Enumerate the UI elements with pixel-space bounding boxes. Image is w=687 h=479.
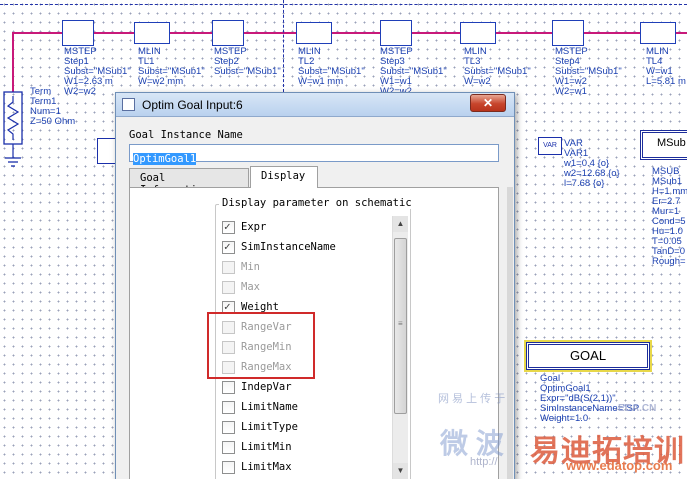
- scroll-up-icon[interactable]: ▲: [393, 216, 408, 232]
- partial-component-icon: [97, 138, 117, 164]
- param-row-max[interactable]: Max: [222, 278, 392, 298]
- mlin-symbol[interactable]: [460, 22, 496, 44]
- checkbox[interactable]: [222, 461, 235, 474]
- param-row-limitname[interactable]: LimitName: [222, 398, 392, 418]
- param-row-siminstancename[interactable]: ✓ SimInstanceName: [222, 238, 392, 258]
- component-label: MLIN TL1 Subst="MSub1" W=w2 mm: [138, 46, 205, 87]
- tab-goal-information[interactable]: Goal Information: [129, 168, 249, 196]
- mstep-symbol[interactable]: [552, 20, 584, 46]
- schematic-wire: [12, 32, 14, 92]
- mstep-symbol[interactable]: [380, 20, 412, 46]
- component-label: MLIN TL3 Subst="MSub1" W=w2: [464, 46, 531, 87]
- checkbox[interactable]: ✓: [222, 240, 235, 254]
- msub-box[interactable]: MSub: [640, 130, 687, 160]
- component-label: MLIN TL4 W=w1 L=5.81 m: [646, 46, 686, 87]
- grip-icon: ≡: [398, 319, 403, 328]
- param-row-limitmin[interactable]: LimitMin: [222, 438, 392, 458]
- guide-line: [283, 0, 284, 92]
- param-row-expr[interactable]: ✓ Expr: [222, 218, 392, 238]
- mlin-symbol[interactable]: [134, 22, 170, 44]
- param-row-limittype[interactable]: LimitType: [222, 418, 392, 438]
- group-title: Display parameter on schematic: [219, 197, 415, 209]
- checkbox[interactable]: [222, 261, 235, 274]
- watermark-site: EDA.CN: [618, 403, 657, 414]
- close-button[interactable]: ✕: [470, 94, 506, 112]
- term-label: Term Term1 Num=1 Z=50 Ohm: [30, 86, 76, 127]
- mlin-symbol[interactable]: [296, 22, 332, 44]
- watermark-url: http://: [470, 456, 498, 468]
- goal-box[interactable]: GOAL: [526, 342, 650, 370]
- scroll-down-icon[interactable]: ▼: [393, 463, 408, 479]
- watermark-url2: www.edatop.com: [566, 458, 673, 473]
- term-symbol[interactable]: [0, 88, 28, 180]
- var-label: VAR VAR1 w1=0.4 {o} w2=12.68 {o} l=7.68 {o}: [564, 138, 620, 189]
- component-label: MSTEP Step4 Subst="MSub1" W1=w2 W2=w1: [555, 46, 622, 97]
- range-params-highlight: [207, 312, 315, 379]
- tab-display[interactable]: Display: [250, 166, 318, 188]
- component-label: MLIN TL2 Subst="MSub1" W=w1 mm: [298, 46, 365, 87]
- mstep-symbol[interactable]: [62, 20, 94, 46]
- checkbox[interactable]: ✓: [222, 220, 235, 234]
- goal-instance-value: OptimGoal1: [133, 153, 197, 165]
- component-label: MSTEP Step2 Subst="MSub1": [214, 46, 281, 77]
- scrollbar-thumb[interactable]: ≡: [394, 238, 407, 414]
- watermark-cn-top: 网 易 上 传 于: [438, 393, 506, 405]
- guide-line: [0, 4, 687, 5]
- mstep-symbol[interactable]: [212, 20, 244, 46]
- checkbox[interactable]: [222, 421, 235, 434]
- goal-instance-input[interactable]: OptimGoal1: [129, 144, 499, 165]
- dialog-app-icon: [122, 98, 135, 111]
- msub-label: MSUB MSub1 H=1 mm Er=2.7 Mur=1 Cond=5 Hu=1.0 T=…: [652, 166, 687, 267]
- dialog-title: Optim Goal Input:6: [142, 98, 243, 112]
- checkbox[interactable]: [222, 281, 235, 294]
- param-row-min[interactable]: Min: [222, 258, 392, 278]
- dialog-right-scrollbar[interactable]: [507, 187, 513, 479]
- param-row-indepvar[interactable]: IndepVar: [222, 378, 392, 398]
- dialog-titlebar[interactable]: Optim Goal Input:6 ✕: [116, 93, 514, 117]
- checkbox[interactable]: [222, 401, 235, 414]
- goal-label: Goal OptimGoal1 Expr="dB(S(2,1))" SimInstan…: [540, 373, 640, 424]
- var-icon[interactable]: VAR: [538, 137, 562, 155]
- mlin-symbol[interactable]: [640, 22, 676, 44]
- checkbox[interactable]: [222, 381, 235, 394]
- param-list-scrollbar[interactable]: ▲ ≡ ▼: [392, 216, 408, 479]
- param-row-limitmax[interactable]: LimitMax: [222, 458, 392, 478]
- schematic-wire: [12, 32, 687, 34]
- checkbox[interactable]: [222, 441, 235, 454]
- component-label: MSTEPStep3Subst="MSub1"W1=w1W2=w2: [380, 46, 447, 97]
- goal-instance-label: Goal Instance Name: [129, 129, 243, 141]
